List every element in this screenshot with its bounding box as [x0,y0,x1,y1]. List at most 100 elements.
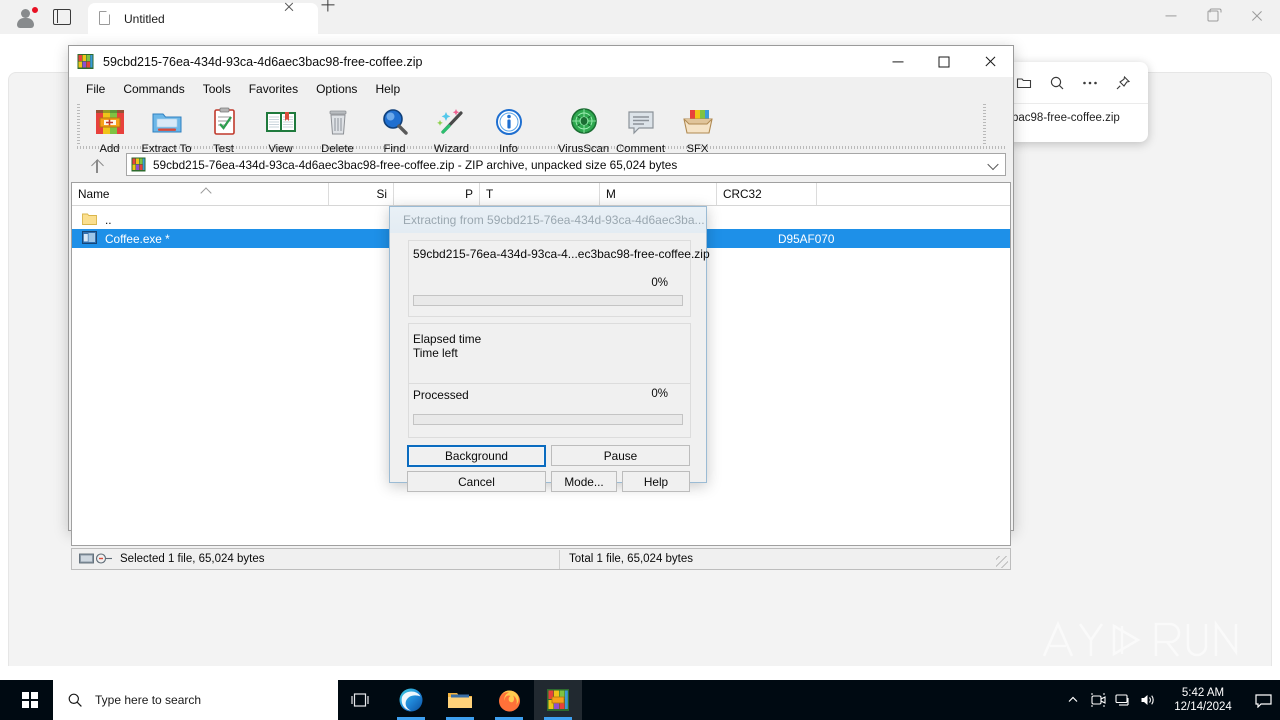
winrar-statusbar: Selected 1 file, 65,024 bytes Total 1 fi… [71,548,1011,570]
taskbar-search[interactable]: Type here to search [53,680,338,720]
archive-path-combobox[interactable]: 59cbd215-76ea-434d-93ca-4d6aec3bac98-fre… [126,153,1006,176]
resize-grip[interactable] [996,556,1008,568]
row-crc32-coffee-exe: D95AF070 [778,231,835,246]
toolbar-button-sfx[interactable]: SFX [669,102,726,155]
toolbar-grip[interactable] [77,104,80,144]
profile-avatar[interactable] [14,6,39,30]
winrar-menubar: File Commands Tools Favorites Options He… [69,77,1013,100]
volume-icon[interactable] [1135,680,1160,720]
find-magnifier-icon [377,106,413,140]
column-header-modified[interactable]: M [600,183,717,205]
show-hidden-icons-chevron[interactable] [1060,680,1085,720]
browser-minimize-button[interactable] [1148,0,1193,32]
system-tray: 5:42 AM 12/14/2024 [1060,680,1280,720]
menu-item-help[interactable]: Help [366,80,409,98]
search-icon[interactable] [1042,68,1072,98]
winrar-minimize-button[interactable] [875,46,921,77]
toolbar-button-wizard[interactable]: Wizard [423,102,480,155]
wizard-wand-icon [434,106,470,140]
taskbar-app-edge[interactable] [387,680,435,720]
start-button[interactable] [8,680,52,720]
dialog-title: Extracting from 59cbd215-76ea-434d-93ca-… [403,213,705,227]
avatar-head [21,9,30,18]
action-center-button[interactable] [1246,680,1280,720]
browser-maximize-button[interactable] [1190,0,1235,32]
column-header-crc32[interactable]: CRC32 [717,183,817,205]
windows-taskbar: Type here to search 5:42 AM 12/14/2024 [0,680,1280,720]
search-icon [67,692,83,708]
column-label-crc32: CRC32 [723,187,762,201]
toolbar-button-delete[interactable]: Delete [309,102,366,155]
taskbar-app-winrar[interactable] [534,680,582,720]
menu-item-options[interactable]: Options [307,80,366,98]
pin-icon[interactable] [1108,68,1138,98]
downloaded-file-name: bac98-free-coffee.zip [1012,112,1120,124]
toolbar-button-virusscan[interactable]: VirusScan [555,102,612,155]
column-label-type: T [486,187,494,201]
toolbar-button-test[interactable]: Test [195,102,252,155]
taskbar-clock[interactable]: 5:42 AM 12/14/2024 [1160,680,1246,720]
file-explorer-icon [448,693,472,708]
menu-item-commands[interactable]: Commands [114,80,193,98]
toolbar-end-grip [983,104,986,144]
cancel-button[interactable]: Cancel [407,471,546,492]
winrar-archive-icon [131,157,146,172]
new-tab-button[interactable] [328,5,354,31]
row-name-coffee-exe: Coffee.exe * [105,231,170,246]
menu-item-tools[interactable]: Tools [194,80,240,98]
screen: Untitled bac98-free-coffee.zip 59cbd215-… [0,0,1280,720]
tab-title: Untitled [124,11,165,26]
taskbar-app-firefox[interactable] [485,680,533,720]
toolbar-button-comment[interactable]: Comment [612,102,669,155]
browser-tab[interactable]: Untitled [88,3,318,34]
tab-actions-icon[interactable] [50,6,74,28]
browser-titlebar: Untitled [0,0,1280,34]
column-header-name[interactable]: Name [72,183,329,205]
toolbar-button-view[interactable]: View [252,102,309,155]
pause-button[interactable]: Pause [551,445,690,466]
notifications-icon [1254,693,1272,708]
taskbar-app-file-explorer[interactable] [436,680,484,720]
status-total-text: Total 1 file, 65,024 bytes [569,553,694,565]
column-header-packed[interactable]: P [394,183,480,205]
more-icon[interactable] [1075,68,1105,98]
background-button[interactable]: Background [407,445,546,467]
processed-percent: 0% [651,388,668,400]
menu-item-favorites[interactable]: Favorites [240,80,307,98]
dialog-current-file: 59cbd215-76ea-434d-93ca-4...ec3bac98-fre… [413,247,710,261]
mode-button[interactable]: Mode... [551,471,617,492]
winrar-icon [547,689,569,711]
toolbar-button-info[interactable]: Info [480,102,537,155]
column-label-packed: P [465,187,473,201]
chevron-down-icon[interactable] [989,160,998,169]
parent-folder-icon [82,212,99,228]
dialog-file-percent: 0% [651,277,668,289]
processed-progress-bar [413,414,683,425]
close-icon[interactable] [289,7,313,31]
status-selected-text: Selected 1 file, 65,024 bytes [120,553,265,565]
clock-time: 5:42 AM [1181,687,1225,699]
winrar-close-button[interactable] [967,46,1013,77]
winrar-archive-icon [77,53,94,70]
task-view-button[interactable] [336,680,384,720]
task-view-icon [351,693,369,707]
winrar-address-row: 59cbd215-76ea-434d-93ca-4d6aec3bac98-fre… [69,152,1013,180]
dialog-body: 59cbd215-76ea-434d-93ca-4...ec3bac98-fre… [390,233,710,492]
toolbar-button-find[interactable]: Find [366,102,423,155]
column-header-size[interactable]: Si [329,183,394,205]
camera-icon[interactable] [1085,680,1110,720]
virusscan-radar-icon [566,106,602,140]
up-one-level-button[interactable] [83,154,111,178]
column-label-size: Si [376,187,388,201]
toolbar-button-extract-to[interactable]: Extract To [138,102,195,155]
network-icon[interactable] [1110,680,1135,720]
help-button[interactable]: Help [622,471,690,492]
exe-file-icon [82,230,99,247]
browser-close-button[interactable] [1234,0,1279,32]
toolbar-button-add[interactable]: Add [81,102,138,155]
winrar-maximize-button[interactable] [921,46,967,77]
column-header-type[interactable]: T [480,183,600,205]
menu-item-file[interactable]: File [77,80,114,98]
comment-bubble-icon [623,106,659,140]
anyrun-watermark [1036,612,1244,668]
